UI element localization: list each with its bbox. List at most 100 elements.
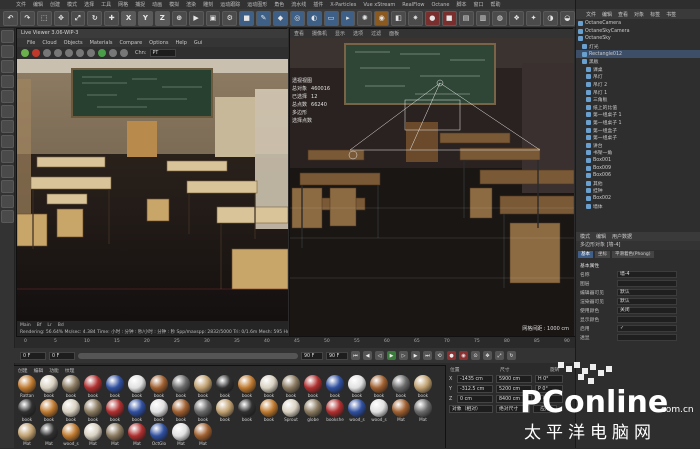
attribute-value[interactable]: 默认	[617, 289, 677, 296]
attribute-value[interactable]	[617, 334, 677, 341]
material-swatch[interactable]: Mat	[170, 423, 192, 447]
lv-zoom-icon[interactable]	[109, 49, 117, 57]
attribute-value[interactable]: 墙-4	[617, 271, 677, 278]
object-list-item[interactable]: Box002	[576, 195, 700, 203]
material-swatch[interactable]: Rattan	[16, 375, 38, 399]
autokey-icon[interactable]: ◉	[459, 351, 468, 360]
coord-system-icon[interactable]: ⊕	[171, 10, 187, 26]
lv-menu-cloud[interactable]: Cloud	[42, 40, 56, 46]
key-scale-icon[interactable]: ⤢	[495, 351, 504, 360]
attribute-value[interactable]: 关闭	[617, 307, 677, 314]
material-swatch[interactable]: Mat	[16, 423, 38, 447]
prev-frame-icon[interactable]: ◁	[375, 351, 384, 360]
material-swatch[interactable]: book	[82, 375, 104, 399]
am-menu-edit[interactable]: 编辑	[596, 233, 606, 240]
octane-render-icon[interactable]: ●	[424, 10, 440, 26]
sculpt-icon[interactable]	[1, 165, 14, 178]
object-list-item[interactable]: 课桌	[576, 66, 700, 74]
lv-menu-objects[interactable]: Objects	[64, 40, 83, 46]
om-menu-tag[interactable]: 标签	[650, 11, 660, 18]
material-swatch[interactable]: Mat	[192, 423, 214, 447]
lock-icon[interactable]	[1, 210, 14, 223]
om-menu-file[interactable]: 文件	[586, 11, 596, 18]
material-swatch[interactable]: book	[104, 399, 126, 423]
next-frame-icon[interactable]: ▷	[399, 351, 408, 360]
object-list-item[interactable]: 挂钟	[576, 187, 700, 195]
material-swatch[interactable]: book	[38, 399, 60, 423]
tool-f-icon[interactable]: ◑	[543, 10, 558, 26]
am-menu-userdata[interactable]: 用户数据	[612, 233, 632, 240]
mat-menu-function[interactable]: 功能	[49, 367, 59, 374]
key-selection-icon[interactable]: ⊙	[471, 351, 480, 360]
model-mode-icon[interactable]	[1, 30, 14, 43]
xparticles-icon[interactable]: ✷	[408, 10, 423, 26]
material-swatch[interactable]: book	[346, 375, 368, 399]
goto-end-icon[interactable]: ⏭	[423, 351, 432, 360]
plugin-icon[interactable]: ◧	[391, 10, 406, 26]
menu-item-13[interactable]: 运动图形	[247, 1, 267, 8]
material-swatch[interactable]: book	[104, 375, 126, 399]
snap-icon[interactable]	[1, 150, 14, 163]
loop-icon[interactable]: ⟲	[435, 351, 444, 360]
material-swatch[interactable]: book	[170, 399, 192, 423]
material-swatch[interactable]: Mat	[38, 423, 60, 447]
material-swatch[interactable]: book	[258, 375, 280, 399]
menu-item-6[interactable]: 网格	[118, 1, 128, 8]
menu-item-23[interactable]: 帮助	[491, 1, 501, 8]
material-swatch[interactable]: book	[302, 375, 324, 399]
lv-pick-focus-icon[interactable]	[87, 49, 95, 57]
material-swatch[interactable]: wood_s	[346, 399, 368, 423]
tool-d-icon[interactable]: ❖	[509, 10, 525, 26]
menu-item-14[interactable]: 角色	[274, 1, 284, 8]
timeline-ruler[interactable]: 0 5 10 15 20 25 30 35 40 45 50 55 60 65 70 75 80 85 90	[16, 336, 575, 348]
vp-menu-camera[interactable]: 摄像机	[312, 30, 327, 37]
material-swatch[interactable]: Mat	[82, 423, 104, 447]
object-list-item[interactable]: 吊灯 2	[576, 81, 700, 89]
tool-b-icon[interactable]: ▥	[475, 10, 491, 26]
om-menu-object[interactable]: 对象	[634, 11, 644, 18]
menu-item-11[interactable]: 雕刻	[203, 1, 213, 8]
object-list-item[interactable]: 第一组桌子 1	[576, 111, 700, 119]
key-pos-icon[interactable]: ✥	[483, 351, 492, 360]
vp-menu-panel[interactable]: 面板	[389, 30, 399, 37]
object-list-item[interactable]: 讲台	[576, 142, 700, 150]
attribute-value[interactable]	[617, 316, 677, 323]
attribute-value[interactable]	[617, 280, 677, 287]
menu-item-22[interactable]: 窗口	[473, 1, 483, 8]
octane-stop-icon[interactable]: ■	[441, 10, 457, 26]
menu-item-1[interactable]: 编辑	[33, 1, 43, 8]
points-mode-icon[interactable]	[1, 75, 14, 88]
end-frame-field-2[interactable]: 90 F	[326, 351, 348, 360]
object-list-item[interactable]: 书架一角	[576, 149, 700, 157]
coord-pos-field[interactable]: -312.5 cm	[457, 385, 493, 393]
tool-e-icon[interactable]: ✦	[526, 10, 541, 26]
menu-item-21[interactable]: 脚本	[456, 1, 466, 8]
material-swatch[interactable]: book	[368, 375, 390, 399]
record-icon[interactable]: ●	[447, 351, 456, 360]
array-icon[interactable]: ◎	[289, 10, 305, 26]
lv-menu-compare[interactable]: Compare	[119, 40, 142, 46]
material-swatch[interactable]: bookshe	[324, 399, 346, 423]
redo-icon[interactable]: ↷	[19, 10, 35, 26]
recent-tool-icon[interactable]: ✚	[104, 10, 120, 26]
menu-item-15[interactable]: 流水线	[291, 1, 306, 8]
y-axis-button[interactable]: Y	[138, 10, 153, 26]
material-swatch[interactable]: book	[148, 399, 170, 423]
material-swatch[interactable]: Mat	[390, 399, 412, 423]
select-icon[interactable]: ⬚	[36, 10, 52, 26]
vp-menu-filter[interactable]: 过滤	[371, 30, 381, 37]
coord-mode-select[interactable]: 对象（相对）	[449, 405, 493, 413]
menu-item-9[interactable]: 模拟	[169, 1, 179, 8]
menu-item-18[interactable]: Vue xStream	[363, 2, 395, 8]
solo-icon[interactable]	[1, 180, 14, 193]
material-swatch[interactable]: book	[16, 399, 38, 423]
coord-pos-field[interactable]: 0 cm	[457, 395, 493, 403]
z-axis-button[interactable]: Z	[154, 10, 170, 26]
material-swatch[interactable]: Mat	[104, 423, 126, 447]
perspective-viewport[interactable]: 查看 摄像机 显示 选项 过滤 面板 透视视图 总对象 460016 已选择 1…	[289, 28, 574, 337]
polygons-mode-icon[interactable]	[1, 105, 14, 118]
coord-pos-field[interactable]: -1435 cm	[457, 375, 493, 383]
om-menu-view[interactable]: 查看	[618, 11, 628, 18]
current-frame-field[interactable]: 0 F	[49, 351, 75, 360]
object-list-item[interactable]: 黑板	[576, 58, 700, 66]
